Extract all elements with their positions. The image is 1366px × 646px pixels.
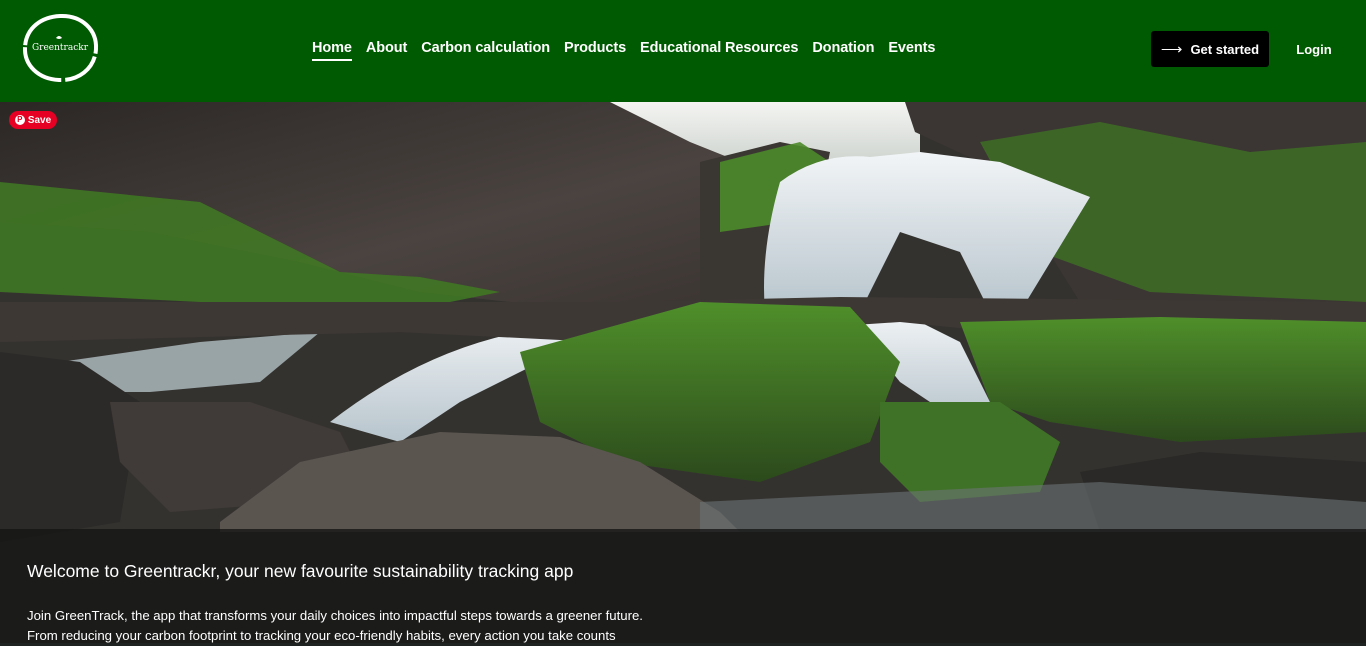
logo-text: Greentrackr bbox=[31, 43, 89, 53]
main-nav: Home About Carbon calculation Products E… bbox=[312, 40, 935, 62]
save-label: Save bbox=[27, 114, 52, 126]
arrow-right-icon: ⟶ bbox=[1160, 41, 1183, 58]
hero-headline: Welcome to Greentrackr, your new favouri… bbox=[27, 561, 574, 581]
greentrackr-logo[interactable]: Greentrackr bbox=[20, 12, 100, 84]
hero-description: Join GreenTrack, the app that transforms… bbox=[27, 606, 643, 646]
nav-carbon-calculation[interactable]: Carbon calculation bbox=[421, 40, 550, 61]
nav-products[interactable]: Products bbox=[564, 40, 626, 61]
nav-home[interactable]: Home bbox=[312, 40, 352, 61]
hero-description-line-1: Join GreenTrack, the app that transforms… bbox=[27, 608, 643, 623]
get-started-label: Get started bbox=[1190, 41, 1260, 57]
nav-events[interactable]: Events bbox=[888, 40, 935, 61]
get-started-button[interactable]: ⟶ Get started bbox=[1151, 31, 1269, 67]
login-button[interactable]: Login bbox=[1290, 31, 1338, 67]
hero-description-line-2: From reducing your carbon footprint to t… bbox=[27, 628, 616, 643]
nav-donation[interactable]: Donation bbox=[812, 40, 874, 61]
site-header: Greentrackr Home About Carbon calculatio… bbox=[0, 0, 1366, 102]
nav-educational-resources[interactable]: Educational Resources bbox=[640, 40, 798, 61]
nav-about[interactable]: About bbox=[366, 40, 407, 61]
pinterest-save-button[interactable]: P Save bbox=[9, 111, 57, 129]
pinterest-icon: P bbox=[14, 115, 25, 125]
